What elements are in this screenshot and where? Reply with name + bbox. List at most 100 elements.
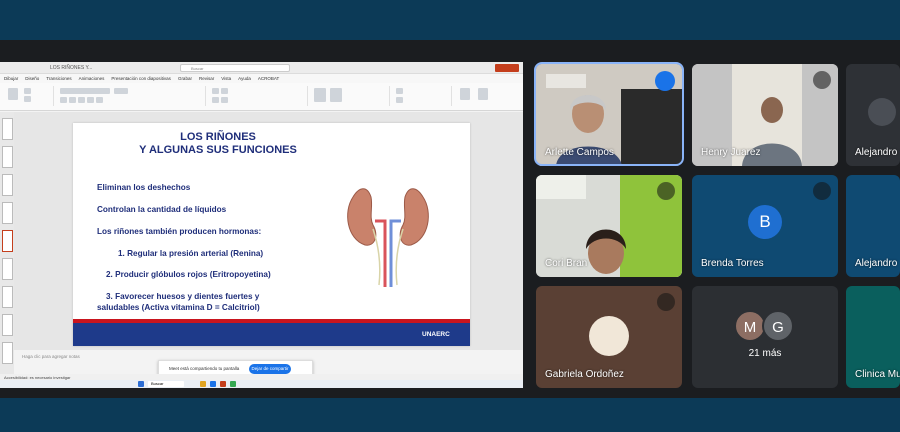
meet-icon[interactable] — [230, 381, 236, 387]
participant-name: Clinica Mu — [855, 369, 900, 380]
arrange-icon[interactable] — [330, 88, 342, 102]
ribbon-group-editing — [392, 86, 452, 106]
align-center-icon[interactable] — [221, 97, 228, 103]
start-icon[interactable] — [138, 381, 144, 387]
bullets-icon[interactable] — [212, 88, 219, 94]
ribbon-group-drawing — [310, 86, 390, 106]
menu-item[interactable]: Presentación con diapositivas — [111, 74, 171, 83]
slide-thumbnail-panel — [0, 112, 14, 374]
window-controls[interactable] — [495, 64, 519, 72]
participant-tile[interactable]: Alejandro — [846, 175, 900, 277]
browser-icon[interactable] — [210, 381, 216, 387]
font-size-select[interactable] — [114, 88, 128, 94]
slide-thumbnail[interactable] — [2, 286, 13, 308]
slide-point-2: Controlan la cantidad de líquidos — [97, 205, 227, 214]
new-slide-icon[interactable] — [8, 88, 18, 100]
ribbon-group-paragraph — [208, 86, 308, 106]
document-title: LOS RIÑONES Y... — [50, 65, 93, 71]
folder-icon[interactable] — [200, 381, 206, 387]
mic-off-icon — [657, 293, 675, 311]
avatar: B — [748, 205, 782, 239]
slide-thumbnail[interactable] — [2, 174, 13, 196]
mic-off-icon — [813, 182, 831, 200]
menu-item[interactable]: Revisar — [199, 74, 214, 83]
menu-item[interactable]: Dibujar — [4, 74, 18, 83]
participant-name: Gabriela Ordoñez — [545, 369, 624, 380]
ppt-titlebar: LOS RIÑONES Y... Buscar — [0, 62, 523, 74]
slide-canvas: LOS RIÑONES Y ALGUNAS SUS FUNCIONES Elim… — [14, 112, 523, 374]
stop-sharing-button[interactable]: Dejar de compartir — [249, 364, 291, 374]
italic-icon[interactable] — [69, 97, 76, 103]
taskbar-search[interactable]: Buscar — [148, 381, 184, 387]
menu-item[interactable]: Animaciones — [79, 74, 105, 83]
slide-item-1: 1. Regular la presión arterial (Renina) — [118, 249, 264, 258]
share-notification-text: Meet está compartiendo tu pantalla — [169, 366, 240, 371]
slide[interactable]: LOS RIÑONES Y ALGUNAS SUS FUNCIONES Elim… — [73, 123, 470, 346]
find-icon[interactable] — [396, 88, 403, 94]
underline-icon[interactable] — [78, 97, 85, 103]
kidney-illustration — [347, 188, 429, 287]
layout-icon[interactable] — [24, 88, 31, 94]
active-speaker-outline — [534, 62, 684, 166]
slide-title-line1: LOS RIÑONES — [180, 131, 256, 143]
menu-item[interactable]: Diseño — [25, 74, 39, 83]
pdf-icon[interactable] — [460, 88, 470, 100]
search-box[interactable]: Buscar — [180, 64, 290, 72]
slide-thumbnail[interactable] — [2, 118, 13, 140]
participant-name: Brenda Torres — [701, 258, 764, 269]
slide-thumbnail-active[interactable] — [2, 230, 13, 252]
menu-item[interactable]: Transiciones — [46, 74, 71, 83]
menu-item[interactable]: Ayuda — [238, 74, 251, 83]
slide-thumbnail[interactable] — [2, 342, 13, 364]
align-left-icon[interactable] — [212, 97, 219, 103]
participant-tile[interactable]: B Brenda Torres — [692, 175, 838, 277]
participant-tile[interactable]: Gabriela Ordoñez — [536, 286, 682, 388]
bottom-band — [0, 398, 900, 432]
ribbon-group-font — [56, 86, 206, 106]
participant-tile[interactable]: Henry Juarez — [692, 64, 838, 166]
slide-point-1: Eliminan los deshechos — [97, 183, 191, 192]
bold-icon[interactable] — [60, 97, 67, 103]
ppt-menubar: Dibujar Diseño Transiciones Animaciones … — [0, 74, 523, 83]
slide-item-3b: saludables (Activa vitamina D = Calcitri… — [97, 303, 260, 312]
powerpoint-icon[interactable] — [220, 381, 226, 387]
shared-screen: LOS RIÑONES Y... Buscar Dibujar Diseño T… — [0, 62, 523, 388]
replace-icon[interactable] — [396, 97, 403, 103]
reset-icon[interactable] — [24, 96, 31, 102]
unaerc-logo: UNAERC — [422, 331, 450, 338]
slide-footer-band: UNAERC — [73, 319, 470, 346]
mic-off-icon — [813, 71, 831, 89]
slide-title: LOS RIÑONES Y ALGUNAS SUS FUNCIONES — [73, 131, 363, 156]
ribbon-group-slides — [4, 86, 54, 106]
menu-item[interactable]: ACROBAT — [258, 74, 279, 83]
menu-item[interactable]: Grabar — [178, 74, 192, 83]
mic-off-icon — [657, 182, 675, 200]
font-color-icon[interactable] — [96, 97, 103, 103]
font-select[interactable] — [60, 88, 110, 94]
pin-icon[interactable] — [868, 98, 896, 126]
participant-name: Alejandro — [855, 147, 898, 158]
ribbon-group-addins — [454, 86, 514, 106]
more-participants-tile[interactable]: M G 21 más — [692, 286, 838, 388]
participant-tile[interactable]: Clinica Mu — [846, 286, 900, 388]
strike-icon[interactable] — [87, 97, 94, 103]
slide-thumbnail[interactable] — [2, 258, 13, 280]
slide-thumbnail[interactable] — [2, 202, 13, 224]
more-avatars: M G — [734, 310, 804, 344]
top-band — [0, 0, 900, 40]
participant-name: Cori Bran — [545, 258, 588, 269]
slide-item-2: 2. Producir glóbulos rojos (Eritropoyeti… — [106, 270, 271, 279]
menu-item[interactable]: Vista — [221, 74, 231, 83]
numbering-icon[interactable] — [221, 88, 228, 94]
addins-icon[interactable] — [478, 88, 488, 100]
more-count-label: 21 más — [748, 348, 782, 359]
slide-thumbnail[interactable] — [2, 314, 13, 336]
ppt-body: LOS RIÑONES Y ALGUNAS SUS FUNCIONES Elim… — [0, 112, 523, 388]
participant-tile[interactable]: Cori Bran — [536, 175, 682, 277]
participant-tile[interactable]: Alejandro — [846, 64, 900, 166]
participant-name: Henry Juarez — [701, 147, 761, 158]
avatar: G — [762, 310, 794, 342]
ppt-ribbon — [0, 83, 523, 111]
shapes-icon[interactable] — [314, 88, 326, 102]
slide-thumbnail[interactable] — [2, 146, 13, 168]
